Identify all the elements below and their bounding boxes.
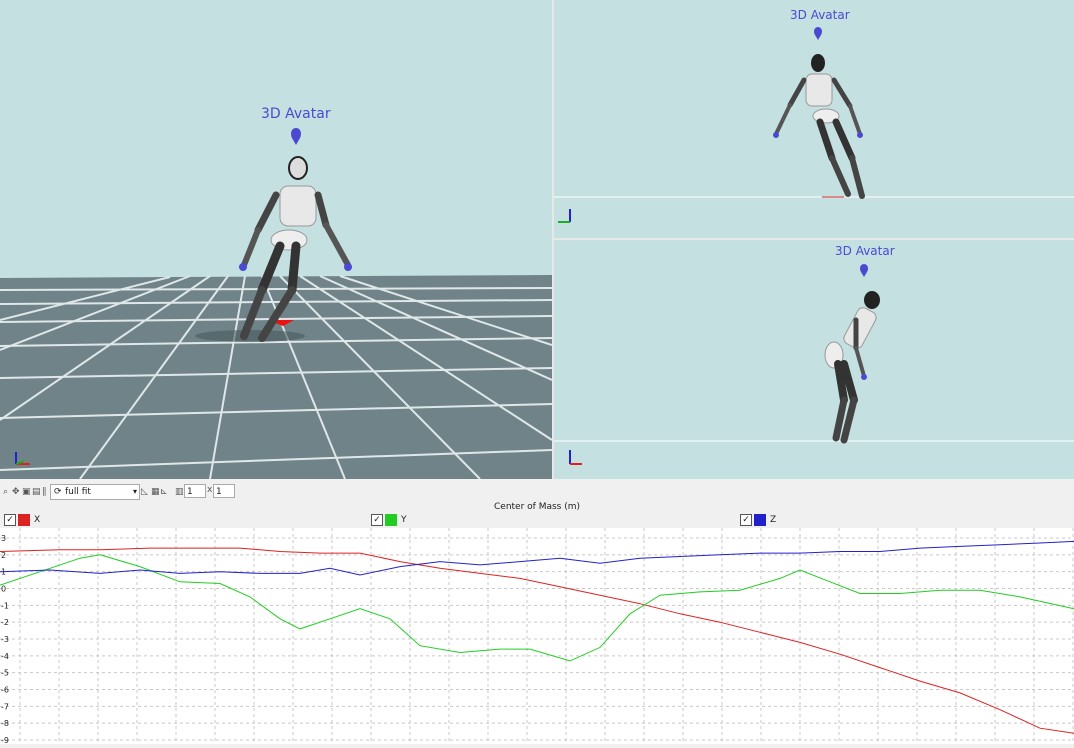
- legend-swatch-y: [385, 514, 397, 526]
- legend-checkbox-z[interactable]: ✓: [740, 514, 752, 526]
- front-scene: [554, 27, 1074, 223]
- series-line-x: [0, 547, 1074, 734]
- y-tick-label: 2: [1, 551, 6, 560]
- axis-scale-icon[interactable]: ◺: [141, 487, 148, 497]
- cols-value: 1: [216, 487, 222, 497]
- avatar-pin-icon: [860, 264, 868, 277]
- avatar-figure: [824, 291, 880, 444]
- rows-value: 1: [187, 487, 193, 497]
- y-tick-label: -8: [1, 719, 9, 728]
- y-tick-label: -5: [1, 669, 9, 678]
- y-tick-label: -1: [1, 601, 9, 610]
- times-label: x: [207, 485, 213, 495]
- plot-area[interactable]: 3 2 1 0 -1 -2 -3 -4 -5 -6 -7 -8 -9: [0, 528, 1074, 745]
- series-line-z: [0, 540, 1074, 576]
- cols-spinner[interactable]: 1: [213, 484, 235, 498]
- avatar-shadow: [195, 330, 305, 342]
- legend-label-x: X: [34, 515, 41, 525]
- legend-label-y: Y: [401, 515, 407, 525]
- pan-icon[interactable]: ✥: [12, 487, 20, 497]
- y-tick-label: -6: [1, 686, 9, 695]
- y-tick-label: 3: [1, 534, 6, 543]
- y-tick-label: -7: [1, 702, 9, 711]
- fit-mode-value: full fit: [65, 487, 91, 497]
- viewport-front[interactable]: 3D Avatar: [554, 0, 1074, 238]
- legend-checkbox-y[interactable]: ✓: [371, 514, 383, 526]
- grid-icon[interactable]: ▦: [151, 487, 160, 497]
- rows-spinner[interactable]: 1: [184, 484, 206, 498]
- y-tick-label: 0: [1, 585, 6, 594]
- viewport-perspective[interactable]: 3D Avatar: [0, 0, 552, 479]
- viewport-side[interactable]: 3D Avatar: [554, 240, 1074, 479]
- axis-icon[interactable]: ⊾: [160, 487, 168, 497]
- legend-swatch-x: [18, 514, 30, 526]
- avatar-label: 3D Avatar: [835, 244, 895, 258]
- y-tick-label: 1: [1, 568, 6, 577]
- series-line-y: [0, 554, 1074, 662]
- y-tick-label: -9: [1, 736, 9, 744]
- zoom-icon[interactable]: ⌕: [3, 487, 8, 497]
- avatar-figure: [773, 54, 865, 199]
- layout-icon[interactable]: ▥: [175, 487, 184, 497]
- chevron-down-icon: ▾: [132, 487, 137, 496]
- avatar-label: 3D Avatar: [261, 106, 331, 122]
- y-tick-label: -3: [1, 635, 9, 644]
- avatar-pin-icon: [814, 27, 822, 40]
- plot-toolbar: ⌕ ✥ ▣ ▤ ∥ ⟳ full fit ▾ ◺ ▦ ⊾ ▥ 1 x 1: [0, 484, 1074, 500]
- side-scene: [554, 264, 1074, 465]
- perspective-scene: [0, 128, 552, 479]
- avatar-label: 3D Avatar: [790, 8, 850, 22]
- plot-title: Center of Mass (m): [494, 502, 580, 512]
- axis-gizmo-icon: [569, 450, 582, 465]
- chart-icon[interactable]: ▤: [32, 487, 41, 497]
- legend-checkbox-x[interactable]: ✓: [4, 514, 16, 526]
- axis-gizmo-icon: [558, 209, 571, 223]
- save-icon[interactable]: ▣: [22, 487, 31, 497]
- pause-icon[interactable]: ∥: [42, 487, 47, 497]
- legend-label-z: Z: [770, 515, 777, 525]
- legend-swatch-z: [754, 514, 766, 526]
- y-tick-label: -4: [1, 652, 9, 661]
- y-tick-label: -2: [1, 618, 9, 627]
- fit-mode-select[interactable]: ⟳ full fit ▾: [50, 484, 140, 500]
- avatar-pin-icon: [291, 128, 301, 145]
- plot-canvas: 3 2 1 0 -1 -2 -3 -4 -5 -6 -7 -8 -9: [0, 528, 1074, 745]
- fit-icon: ⟳: [54, 487, 62, 497]
